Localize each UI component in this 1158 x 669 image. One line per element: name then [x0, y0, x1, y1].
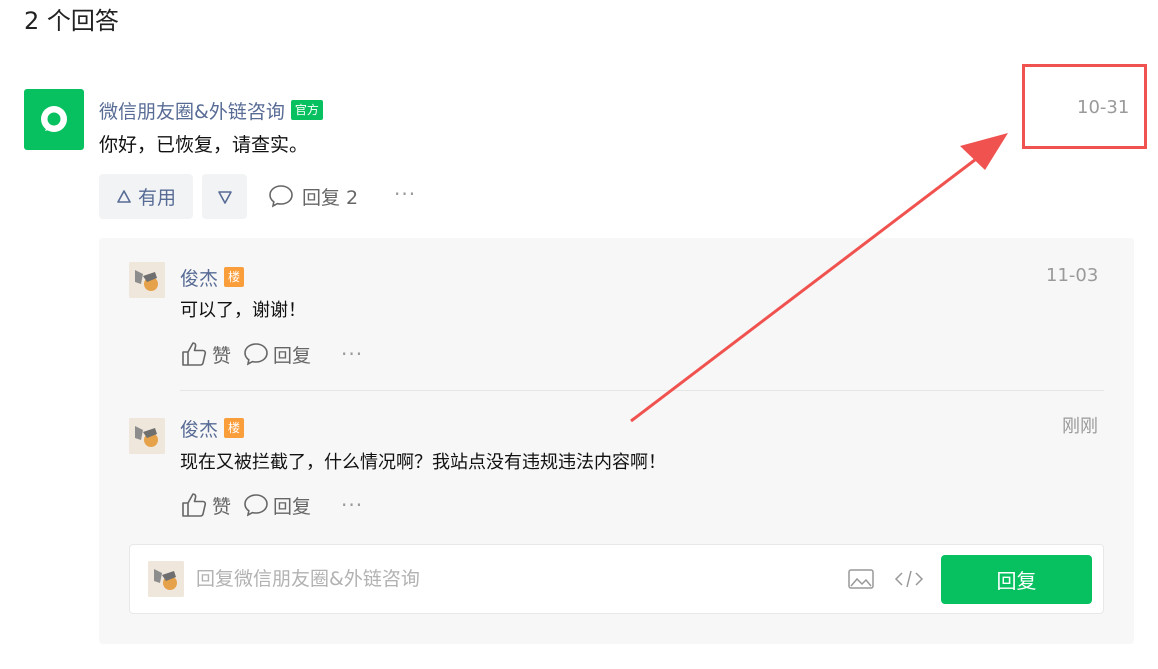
annotation-arrow [630, 133, 1008, 423]
